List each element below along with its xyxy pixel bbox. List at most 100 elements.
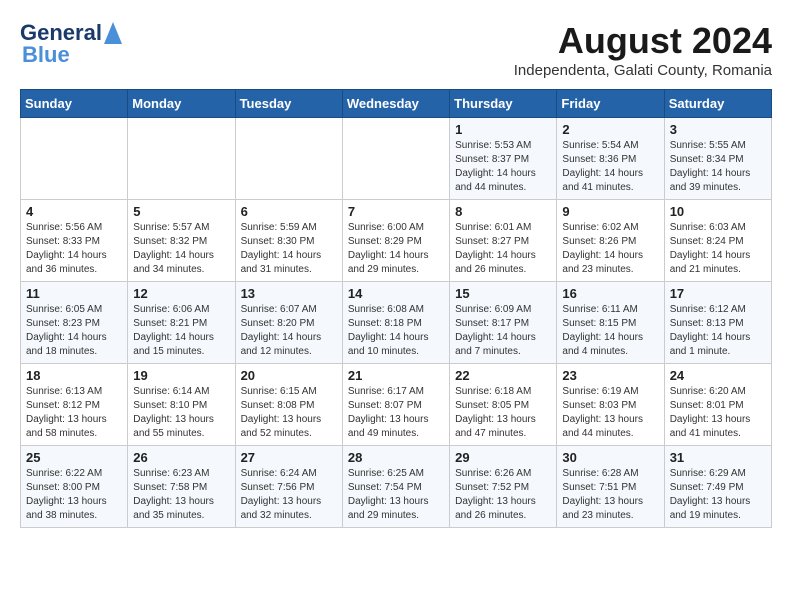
- calendar-cell: 7 Sunrise: 6:00 AMSunset: 8:29 PMDaylight…: [342, 200, 449, 282]
- day-info: Sunrise: 5:55 AMSunset: 8:34 PMDaylight:…: [670, 139, 766, 195]
- day-info: Sunrise: 5:53 AMSunset: 8:37 PMDaylight:…: [455, 139, 551, 195]
- day-info: Sunrise: 6:22 AMSunset: 8:00 PMDaylight:…: [26, 467, 122, 523]
- day-info: Sunrise: 5:56 AMSunset: 8:33 PMDaylight:…: [26, 221, 122, 277]
- day-number: 31: [670, 450, 766, 465]
- day-number: 8: [455, 204, 551, 219]
- calendar-cell: 25 Sunrise: 6:22 AMSunset: 8:00 PMDayligh…: [21, 446, 128, 528]
- day-info: Sunrise: 6:06 AMSunset: 8:21 PMDaylight:…: [133, 303, 229, 359]
- calendar-cell: 22Sunrise: 6:18 AMSunset: 8:05 PMDayligh…: [450, 364, 557, 446]
- day-info: Sunrise: 6:13 AMSunset: 8:12 PMDaylight:…: [26, 385, 122, 441]
- day-number: 22: [455, 368, 551, 383]
- calendar-cell: 27Sunrise: 6:24 AMSunset: 7:56 PMDayligh…: [235, 446, 342, 528]
- day-info: Sunrise: 6:25 AMSunset: 7:54 PMDaylight:…: [348, 467, 444, 523]
- day-info: Sunrise: 6:29 AMSunset: 7:49 PMDaylight:…: [670, 467, 766, 523]
- calendar-cell: [21, 118, 128, 200]
- day-number: 24: [670, 368, 766, 383]
- day-info: Sunrise: 6:15 AMSunset: 8:08 PMDaylight:…: [241, 385, 337, 441]
- day-info: Sunrise: 6:11 AMSunset: 8:15 PMDaylight:…: [562, 303, 658, 359]
- calendar-cell: 6 Sunrise: 5:59 AMSunset: 8:30 PMDaylight…: [235, 200, 342, 282]
- day-number: 1: [455, 122, 551, 137]
- calendar-cell: 19 Sunrise: 6:14 AMSunset: 8:10 PMDayligh…: [128, 364, 235, 446]
- day-number: 30: [562, 450, 658, 465]
- calendar-cell: 16Sunrise: 6:11 AMSunset: 8:15 PMDayligh…: [557, 282, 664, 364]
- day-info: Sunrise: 5:59 AMSunset: 8:30 PMDaylight:…: [241, 221, 337, 277]
- day-info: Sunrise: 6:05 AMSunset: 8:23 PMDaylight:…: [26, 303, 122, 359]
- day-info: Sunrise: 6:07 AMSunset: 8:20 PMDaylight:…: [241, 303, 337, 359]
- day-info: Sunrise: 5:54 AMSunset: 8:36 PMDaylight:…: [562, 139, 658, 195]
- day-number: 12: [133, 286, 229, 301]
- calendar-week-1: 1 Sunrise: 5:53 AMSunset: 8:37 PMDaylight…: [21, 118, 772, 200]
- calendar-week-4: 18 Sunrise: 6:13 AMSunset: 8:12 PMDayligh…: [21, 364, 772, 446]
- day-number: 4: [26, 204, 122, 219]
- day-info: Sunrise: 6:17 AMSunset: 8:07 PMDaylight:…: [348, 385, 444, 441]
- month-title: August 2024: [514, 20, 772, 62]
- day-info: Sunrise: 6:14 AMSunset: 8:10 PMDaylight:…: [133, 385, 229, 441]
- day-info: Sunrise: 6:26 AMSunset: 7:52 PMDaylight:…: [455, 467, 551, 523]
- calendar-cell: 1 Sunrise: 5:53 AMSunset: 8:37 PMDaylight…: [450, 118, 557, 200]
- day-number: 19: [133, 368, 229, 383]
- calendar-cell: 13 Sunrise: 6:07 AMSunset: 8:20 PMDayligh…: [235, 282, 342, 364]
- calendar-cell: 5 Sunrise: 5:57 AMSunset: 8:32 PMDaylight…: [128, 200, 235, 282]
- day-info: Sunrise: 6:00 AMSunset: 8:29 PMDaylight:…: [348, 221, 444, 277]
- day-number: 23: [562, 368, 658, 383]
- calendar-cell: 9 Sunrise: 6:02 AMSunset: 8:26 PMDaylight…: [557, 200, 664, 282]
- day-header-wednesday: Wednesday: [342, 90, 449, 118]
- day-info: Sunrise: 6:02 AMSunset: 8:26 PMDaylight:…: [562, 221, 658, 277]
- calendar-cell: 29 Sunrise: 6:26 AMSunset: 7:52 PMDayligh…: [450, 446, 557, 528]
- day-number: 29: [455, 450, 551, 465]
- day-info: Sunrise: 6:23 AMSunset: 7:58 PMDaylight:…: [133, 467, 229, 523]
- day-number: 21: [348, 368, 444, 383]
- calendar-week-3: 11 Sunrise: 6:05 AMSunset: 8:23 PMDayligh…: [21, 282, 772, 364]
- day-info: Sunrise: 6:12 AMSunset: 8:13 PMDaylight:…: [670, 303, 766, 359]
- day-number: 11: [26, 286, 122, 301]
- calendar-cell: 31 Sunrise: 6:29 AMSunset: 7:49 PMDayligh…: [664, 446, 771, 528]
- day-header-saturday: Saturday: [664, 90, 771, 118]
- day-info: Sunrise: 6:28 AMSunset: 7:51 PMDaylight:…: [562, 467, 658, 523]
- day-number: 28: [348, 450, 444, 465]
- calendar-cell: 26 Sunrise: 6:23 AMSunset: 7:58 PMDayligh…: [128, 446, 235, 528]
- day-info: Sunrise: 5:57 AMSunset: 8:32 PMDaylight:…: [133, 221, 229, 277]
- day-number: 10: [670, 204, 766, 219]
- calendar-cell: [235, 118, 342, 200]
- day-number: 5: [133, 204, 229, 219]
- day-info: Sunrise: 6:24 AMSunset: 7:56 PMDaylight:…: [241, 467, 337, 523]
- calendar-table: SundayMondayTuesdayWednesdayThursdayFrid…: [20, 89, 772, 528]
- calendar-cell: 15 Sunrise: 6:09 AMSunset: 8:17 PMDayligh…: [450, 282, 557, 364]
- day-number: 18: [26, 368, 122, 383]
- day-info: Sunrise: 6:20 AMSunset: 8:01 PMDaylight:…: [670, 385, 766, 441]
- day-info: Sunrise: 6:09 AMSunset: 8:17 PMDaylight:…: [455, 303, 551, 359]
- day-number: 2: [562, 122, 658, 137]
- day-header-sunday: Sunday: [21, 90, 128, 118]
- day-number: 17: [670, 286, 766, 301]
- location-subtitle: Independenta, Galati County, Romania: [514, 62, 772, 79]
- logo: General Blue: [20, 20, 122, 64]
- logo-icon: [104, 22, 122, 44]
- calendar-cell: 4 Sunrise: 5:56 AMSunset: 8:33 PMDaylight…: [21, 200, 128, 282]
- day-header-tuesday: Tuesday: [235, 90, 342, 118]
- title-area: August 2024 Independenta, Galati County,…: [514, 20, 772, 79]
- day-number: 7: [348, 204, 444, 219]
- day-number: 14: [348, 286, 444, 301]
- calendar-cell: [342, 118, 449, 200]
- day-header-friday: Friday: [557, 90, 664, 118]
- calendar-cell: 24 Sunrise: 6:20 AMSunset: 8:01 PMDayligh…: [664, 364, 771, 446]
- calendar-cell: 8 Sunrise: 6:01 AMSunset: 8:27 PMDaylight…: [450, 200, 557, 282]
- day-number: 26: [133, 450, 229, 465]
- day-info: Sunrise: 6:19 AMSunset: 8:03 PMDaylight:…: [562, 385, 658, 441]
- calendar-cell: 17 Sunrise: 6:12 AMSunset: 8:13 PMDayligh…: [664, 282, 771, 364]
- calendar-cell: 23 Sunrise: 6:19 AMSunset: 8:03 PMDayligh…: [557, 364, 664, 446]
- day-number: 13: [241, 286, 337, 301]
- calendar-week-5: 25 Sunrise: 6:22 AMSunset: 8:00 PMDayligh…: [21, 446, 772, 528]
- day-number: 6: [241, 204, 337, 219]
- day-header-thursday: Thursday: [450, 90, 557, 118]
- day-info: Sunrise: 6:01 AMSunset: 8:27 PMDaylight:…: [455, 221, 551, 277]
- day-number: 25: [26, 450, 122, 465]
- calendar-cell: 20Sunrise: 6:15 AMSunset: 8:08 PMDayligh…: [235, 364, 342, 446]
- day-header-monday: Monday: [128, 90, 235, 118]
- calendar-cell: 11 Sunrise: 6:05 AMSunset: 8:23 PMDayligh…: [21, 282, 128, 364]
- day-info: Sunrise: 6:03 AMSunset: 8:24 PMDaylight:…: [670, 221, 766, 277]
- day-number: 3: [670, 122, 766, 137]
- day-number: 9: [562, 204, 658, 219]
- day-number: 15: [455, 286, 551, 301]
- day-info: Sunrise: 6:08 AMSunset: 8:18 PMDaylight:…: [348, 303, 444, 359]
